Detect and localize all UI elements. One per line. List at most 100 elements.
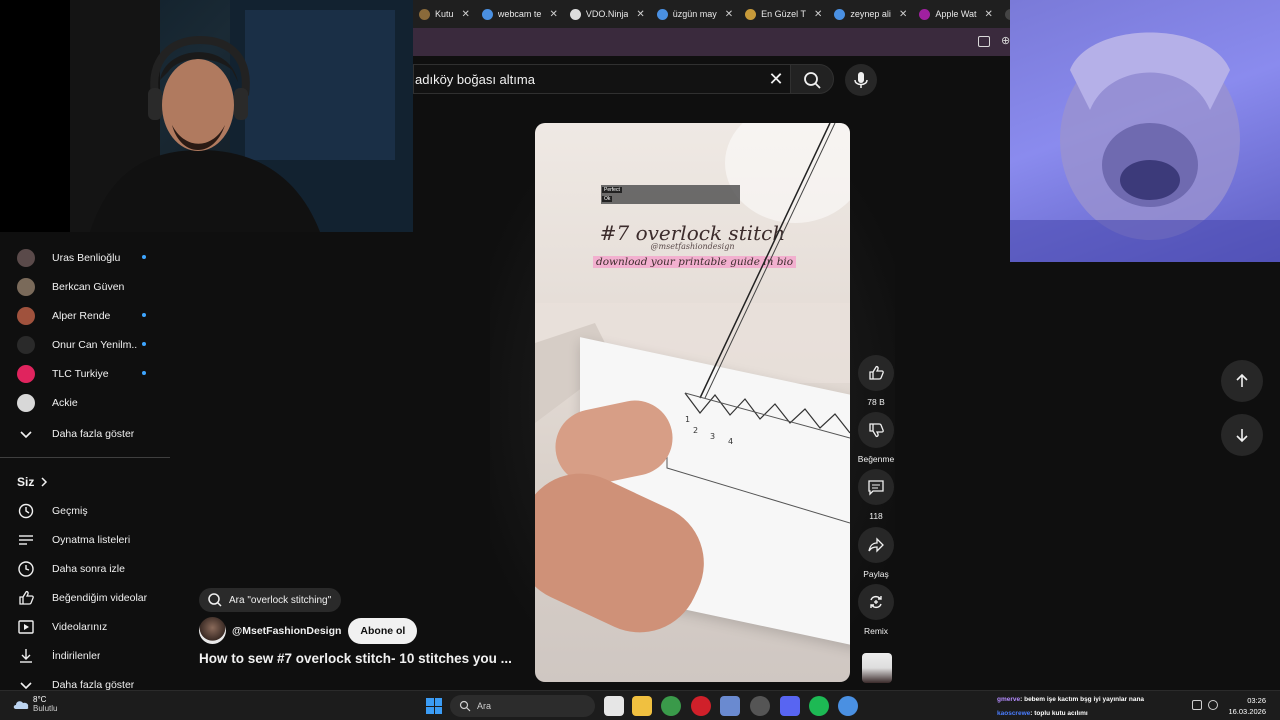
share-action[interactable]: Paylaş: [858, 527, 894, 579]
audio-source-thumbnail[interactable]: [862, 653, 892, 683]
subscribe-button[interactable]: Abone ol: [348, 617, 418, 644]
opera-icon[interactable]: [691, 696, 711, 716]
suggestion-label: Ara "overlock stitching": [229, 594, 332, 606]
tab-favicon-icon: [834, 8, 846, 20]
thumbs-down-icon: [869, 423, 884, 438]
tab-close-icon[interactable]: ✕: [462, 9, 470, 20]
previous-video-button[interactable]: [1221, 360, 1263, 402]
start-button[interactable]: [426, 698, 442, 714]
file-explorer-icon[interactable]: [632, 696, 652, 716]
history-icon: [18, 503, 34, 518]
search-suggestion-chip[interactable]: Ara "overlock stitching": [199, 588, 342, 612]
clock-time: 03:26: [1247, 696, 1266, 705]
tab-title: Kutu: [435, 9, 454, 19]
subscription-label: Onur Can Yenilm...: [52, 338, 137, 351]
tab-favicon-icon: [569, 8, 581, 20]
search-input[interactable]: adıköy boğası altıma: [414, 72, 535, 87]
network-icon[interactable]: [1192, 700, 1202, 710]
tab-close-icon[interactable]: ✕: [814, 9, 822, 20]
discord-icon[interactable]: [780, 696, 800, 716]
tab-close-icon[interactable]: ✕: [725, 9, 733, 20]
stitch-number: 2: [693, 426, 699, 435]
tab-close-icon[interactable]: ✕: [899, 9, 907, 20]
shorts-video-player[interactable]: Perfect Ok #7 overlock stitch @msetfashi…: [535, 123, 850, 682]
subscription-item[interactable]: Alper Rende: [0, 301, 170, 330]
chat-user: gmerve: [997, 696, 1021, 703]
you-item[interactable]: Daha sonra izle: [0, 554, 170, 583]
tab-close-icon[interactable]: ✕: [549, 9, 557, 20]
browser-tab[interactable]: üzgün may ✕: [651, 0, 739, 28]
you-item[interactable]: İndirilenler: [0, 641, 170, 670]
voice-search-button[interactable]: [845, 64, 877, 96]
browser-tab-strip: Kutu ✕ webcam te ✕ VDO.Ninja ✕ üzgün may ✕ En Gü…: [413, 0, 1010, 28]
channel-avatar: [17, 306, 35, 325]
taskbar-search[interactable]: Ara: [450, 695, 595, 717]
zoom-icon[interactable]: ⊕: [1001, 34, 1010, 47]
remix-button[interactable]: [858, 584, 894, 620]
show-more-label: Daha fazla göster: [52, 427, 135, 440]
dislike-action[interactable]: Beğenme: [858, 412, 894, 464]
you-item[interactable]: Beğendiğim videolar: [0, 583, 170, 612]
task-view-icon[interactable]: [604, 696, 624, 716]
webcam-right-image: [1010, 32, 1280, 262]
dislike-button[interactable]: [858, 412, 894, 448]
channel-avatar[interactable]: [199, 617, 226, 644]
cast-icon[interactable]: [978, 36, 990, 47]
system-clock[interactable]: 03:26 16.03.2026: [1228, 695, 1266, 717]
subscription-item[interactable]: Onur Can Yenilm...: [0, 330, 170, 359]
like-action[interactable]: 78 B: [858, 355, 894, 407]
browser-tab[interactable]: Apple Wat ✕: [913, 0, 999, 28]
browser-tab[interactable]: zeynep ali ✕: [828, 0, 913, 28]
you-item[interactable]: Geçmiş: [0, 496, 170, 525]
you-item[interactable]: Videolarınız: [0, 612, 170, 641]
chat-text: : toplu kutu acılımı: [1030, 710, 1088, 717]
you-item[interactable]: Oynatma listeleri: [0, 525, 170, 554]
share-button[interactable]: [858, 527, 894, 563]
search-button[interactable]: [790, 64, 834, 94]
browser-tab[interactable]: En Güzel T ✕: [739, 0, 828, 28]
share-icon: [868, 537, 884, 553]
you-heading-label: Siz: [17, 475, 35, 489]
next-video-button[interactable]: [1221, 414, 1263, 456]
show-more-subscriptions[interactable]: Daha fazla göster: [0, 419, 170, 448]
you-section-heading[interactable]: Siz: [17, 475, 52, 489]
webcam-overlay-left: [0, 0, 413, 232]
subscription-item[interactable]: TLC Turkiye: [0, 359, 170, 388]
browser-tab[interactable]: webcam te ✕: [476, 0, 564, 28]
you-item-label: Videolarınız: [52, 620, 108, 633]
spotify-icon[interactable]: [809, 696, 829, 716]
sidebar-divider: [0, 457, 170, 458]
tab-favicon-icon: [419, 8, 430, 20]
tab-close-icon[interactable]: ✕: [985, 9, 993, 20]
weather-temperature: 8°C: [33, 695, 47, 704]
chat-user: kaoscrewe: [997, 710, 1031, 717]
browser-tab[interactable]: Kutu ✕: [413, 0, 476, 28]
subscription-item[interactable]: Berkcan Güven: [0, 272, 170, 301]
volume-icon[interactable]: [1208, 700, 1218, 710]
windows-taskbar: 8°C Bulutlu Ara gmerve: bebem işe kactım…: [0, 690, 1280, 720]
new-content-dot: [142, 255, 146, 259]
remix-action[interactable]: Remix: [858, 584, 894, 636]
clear-search-button[interactable]: ✕: [765, 68, 787, 90]
chrome-profile-icon[interactable]: [838, 696, 858, 716]
chrome-icon[interactable]: [661, 696, 681, 716]
video-title[interactable]: How to sew #7 overlock stitch- 10 stitch…: [199, 651, 529, 666]
chat-text: : bebem işe kactım bşg iyi yayınlar nana: [1020, 696, 1145, 703]
you-item-label: Daha fazla göster: [52, 678, 135, 691]
obs-icon[interactable]: [750, 696, 770, 716]
browser-tab[interactable]: Apple W: [999, 0, 1010, 28]
channel-name[interactable]: @MsetFashionDesign: [232, 625, 341, 637]
subscription-item[interactable]: Ackie: [0, 388, 170, 417]
you-item[interactable]: Daha fazla göster: [0, 670, 170, 690]
comment-action[interactable]: 118: [858, 469, 894, 521]
comment-button[interactable]: [858, 469, 894, 505]
sidebar: Uras Benlioğlu Berkcan Güven Alper Rende On…: [0, 232, 170, 690]
search-bar[interactable]: adıköy boğası altıma: [413, 64, 793, 94]
subscription-item[interactable]: Uras Benlioğlu: [0, 243, 170, 272]
browser-tab[interactable]: VDO.Ninja ✕: [564, 0, 651, 28]
app-icon[interactable]: [720, 696, 740, 716]
weather-widget[interactable]: 8°C Bulutlu: [12, 695, 57, 713]
remix-label: Remix: [863, 626, 889, 636]
tab-close-icon[interactable]: ✕: [636, 9, 644, 20]
like-button[interactable]: [858, 355, 894, 391]
